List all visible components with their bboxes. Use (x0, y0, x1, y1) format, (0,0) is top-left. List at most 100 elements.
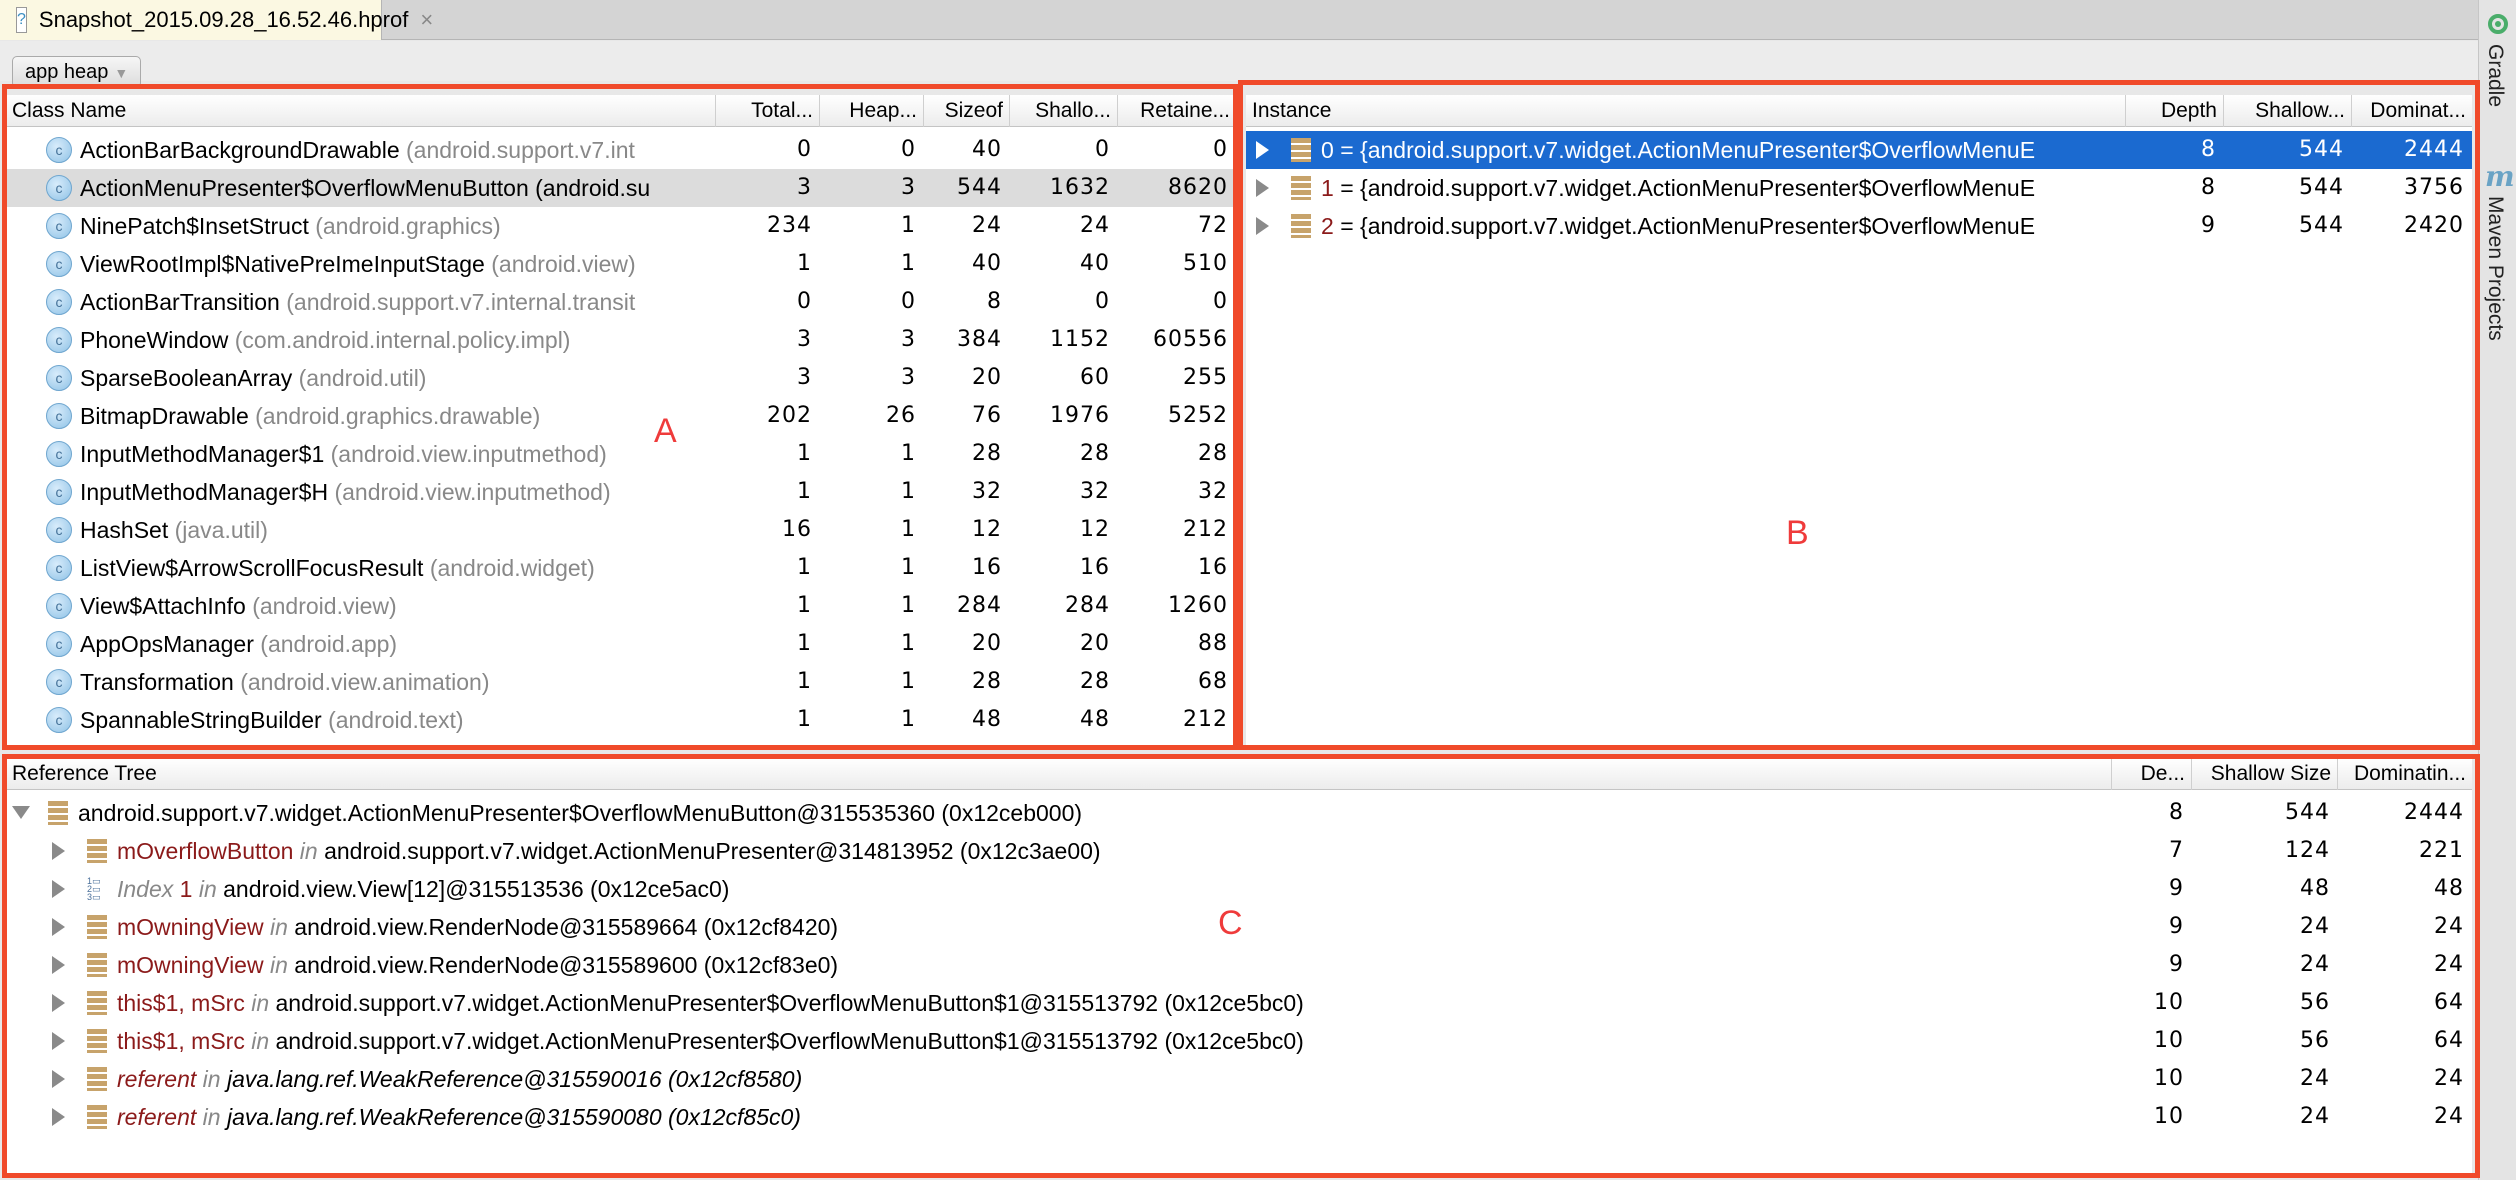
class-heap-cell: 1 (901, 441, 916, 466)
gradle-tool-tab[interactable]: Gradle (2483, 44, 2507, 107)
class-row[interactable]: c ActionBarTransition (android.support.v7… (6, 283, 1236, 321)
close-tab-icon[interactable]: × (420, 7, 433, 33)
column-header-reference-tree[interactable]: Reference Tree (6, 758, 2112, 790)
class-package: (android.view.inputmethod) (334, 479, 611, 505)
class-heap-cell: 0 (901, 137, 916, 162)
heap-selector[interactable]: app heap ▼ (12, 56, 142, 88)
object-icon (1291, 175, 1311, 200)
class-list-panel: Class Name Total... Heap... Sizeof Shall… (6, 95, 1236, 745)
class-row[interactable]: c BitmapDrawable (android.graphics.drawab… (6, 397, 1236, 435)
class-package: (android.view.inputmethod) (330, 441, 607, 467)
class-row[interactable]: c Transformation (android.view.animation)… (6, 663, 1236, 701)
maven-projects-tool-tab[interactable]: Maven Projects (2483, 196, 2507, 341)
class-row[interactable]: c SpannableStringBuilder (android.text) 1 1… (6, 701, 1236, 739)
reference-dominating-cell: 2444 (2404, 800, 2464, 825)
instance-row[interactable]: 2 = {android.support.v7.widget.ActionMen… (1246, 207, 2472, 245)
reference-dominating-cell: 64 (2434, 990, 2464, 1015)
class-retained-cell: 1260 (1168, 593, 1228, 618)
reference-depth-cell: 10 (2154, 990, 2184, 1015)
field-name: referent (117, 1066, 197, 1092)
class-shallow-cell: 32 (1080, 479, 1110, 504)
expand-arrow-icon[interactable] (52, 1107, 65, 1126)
class-row[interactable]: c ListView$ArrowScrollFocusResult (androi… (6, 549, 1236, 587)
expand-arrow-icon[interactable] (52, 955, 65, 974)
object-icon (1291, 213, 1311, 238)
reference-tree-row[interactable]: mOwningView in android.view.RenderNode@3… (6, 946, 2472, 984)
in-keyword: in (251, 990, 270, 1016)
field-name: referent (117, 1104, 197, 1130)
reference-tree-row[interactable]: referent in java.lang.ref.WeakReference@… (6, 1060, 2472, 1098)
column-header-shallow-size[interactable]: Shallow Size (2192, 758, 2338, 790)
class-row[interactable]: c SparseBooleanArray (android.util) 3 3 20 60… (6, 359, 1236, 397)
reference-dominating-cell: 64 (2434, 1028, 2464, 1053)
class-name-cell: c SparseBooleanArray (android.util) (46, 359, 708, 397)
editor-tab[interactable]: ? Snapshot_2015.09.28_16.52.46.hprof × (0, 0, 433, 40)
class-name: PhoneWindow (80, 327, 229, 353)
class-row[interactable]: c ViewRootImpl$NativePreImeInputStage (an… (6, 245, 1236, 283)
column-header-instance[interactable]: Instance (1246, 95, 2126, 127)
class-row[interactable]: c View$AttachInfo (android.view) 1 1 284 284 1… (6, 587, 1236, 625)
instance-row[interactable]: 1 = {android.support.v7.widget.ActionMen… (1246, 169, 2472, 207)
class-retained-cell: 88 (1198, 631, 1228, 656)
class-row[interactable]: c HashSet (java.util) 16 1 12 12 212 (6, 511, 1236, 549)
class-name-cell: c PhoneWindow (com.android.internal.polic… (46, 321, 708, 359)
class-package: (android.text) (328, 707, 464, 733)
column-header-depth[interactable]: Depth (2126, 95, 2224, 127)
column-header-dominating[interactable]: Dominat... (2352, 95, 2472, 127)
reference-tree-row[interactable]: 1▭ 2▭ 3▭ Index 1 in android.view.View[12]@3… (6, 870, 2472, 908)
class-row[interactable]: c InputMethodManager$H (android.view.inpu… (6, 473, 1236, 511)
column-header-shallow-size[interactable]: Shallo... (1010, 95, 1118, 127)
in-keyword: in (198, 876, 217, 902)
column-header-sizeof[interactable]: Sizeof (924, 95, 1010, 127)
expand-arrow-icon[interactable] (52, 1069, 65, 1088)
reference-label-cell: referent in java.lang.ref.WeakReference@… (52, 1060, 2102, 1098)
class-row[interactable]: c InputMethodManager$1 (android.view.inpu… (6, 435, 1236, 473)
unknown-file-icon: ? (16, 7, 27, 33)
class-row[interactable]: c PhoneWindow (com.android.internal.polic… (6, 321, 1236, 359)
class-heap-cell: 1 (901, 707, 916, 732)
reference-tree-row[interactable]: mOverflowButton in android.support.v7.wi… (6, 832, 2472, 870)
expand-arrow-icon[interactable] (52, 841, 65, 860)
class-row[interactable]: c AppOpsManager (android.app) 1 1 20 20 88 (6, 625, 1236, 663)
column-header-class-name[interactable]: Class Name (6, 95, 716, 127)
class-row[interactable]: c ActionMenuPresenter$OverflowMenuButton … (6, 169, 1236, 207)
instance-row[interactable]: 0 = {android.support.v7.widget.ActionMen… (1246, 131, 2472, 169)
column-header-depth[interactable]: De... (2112, 758, 2192, 790)
class-name: ActionMenuPresenter$OverflowMenuButton (80, 175, 529, 201)
object-icon (87, 838, 107, 863)
reference-shallow-cell: 24 (2300, 952, 2330, 977)
collapse-arrow-icon[interactable] (12, 806, 30, 820)
class-icon: c (46, 174, 72, 201)
column-header-shallow[interactable]: Shallow... (2224, 95, 2352, 127)
column-header-heap-count[interactable]: Heap... (820, 95, 924, 127)
expand-arrow-icon[interactable] (1256, 216, 1269, 235)
class-retained-cell: 5252 (1168, 403, 1228, 428)
editor-tab-title: Snapshot_2015.09.28_16.52.46.hprof (38, 7, 409, 32)
expand-arrow-icon[interactable] (52, 1031, 65, 1050)
expand-arrow-icon[interactable] (1256, 178, 1269, 197)
expand-arrow-icon[interactable] (1256, 140, 1269, 159)
column-header-total-count[interactable]: Total... (716, 95, 820, 127)
class-name-cell: c NinePatch$InsetStruct (android.graphics… (46, 207, 708, 245)
reference-tree-row[interactable]: this$1, mSrc in android.support.v7.widge… (6, 1022, 2472, 1060)
reference-tree-root[interactable]: android.support.v7.widget.ActionMenuPres… (6, 794, 2472, 832)
referrer-object: android.view.RenderNode@315589664 (0x12c… (294, 914, 839, 940)
expand-arrow-icon[interactable] (52, 879, 65, 898)
reference-shallow-cell: 124 (2285, 838, 2330, 863)
expand-arrow-icon[interactable] (52, 993, 65, 1012)
object-icon (87, 1104, 107, 1129)
reference-dominating-cell: 221 (2419, 838, 2464, 863)
class-table-header: Class Name Total... Heap... Sizeof Shall… (6, 95, 1236, 127)
instance-value-cell: 1 = {android.support.v7.widget.ActionMen… (1256, 169, 2118, 207)
column-header-retained-size[interactable]: Retaine... (1118, 95, 1236, 127)
class-name-cell: c ActionBarBackgroundDrawable (android.su… (46, 131, 708, 169)
class-package: (android.graphics.drawable) (255, 403, 541, 429)
class-row[interactable]: c NinePatch$InsetStruct (android.graphics… (6, 207, 1236, 245)
expand-arrow-icon[interactable] (52, 917, 65, 936)
class-row[interactable]: c ActionBarBackgroundDrawable (android.su… (6, 131, 1236, 169)
reference-tree-row[interactable]: this$1, mSrc in android.support.v7.widge… (6, 984, 2472, 1022)
reference-shallow-cell: 24 (2300, 1104, 2330, 1129)
reference-tree-row[interactable]: referent in java.lang.ref.WeakReference@… (6, 1098, 2472, 1136)
column-header-dominating-size[interactable]: Dominatin... (2338, 758, 2472, 790)
class-row-partial[interactable]: c (6, 739, 1236, 745)
